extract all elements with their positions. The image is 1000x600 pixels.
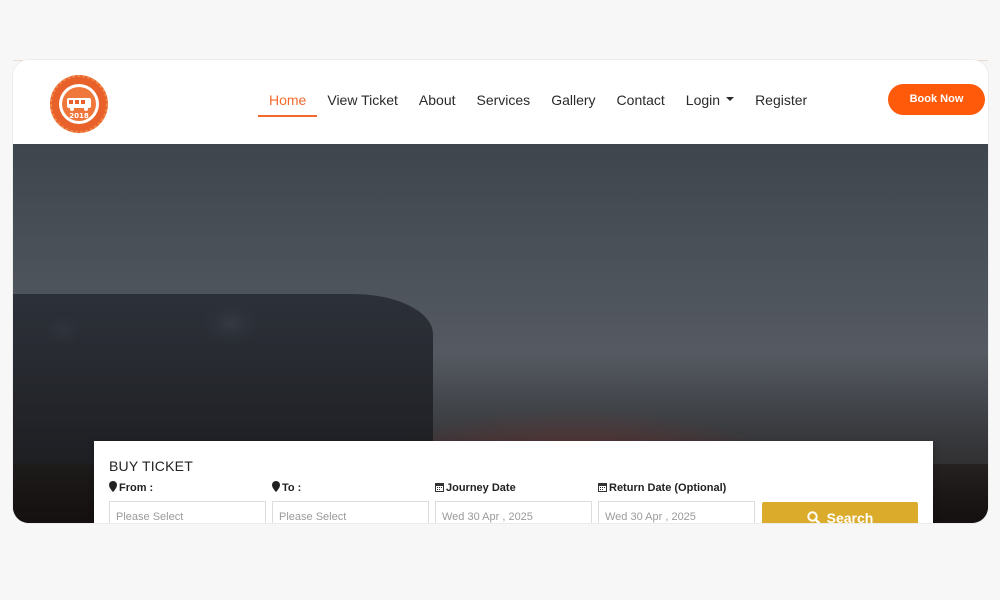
journey-date-field: Journey Date Wed 30 Apr , 2025 xyxy=(435,481,592,523)
journey-date-input[interactable]: Wed 30 Apr , 2025 xyxy=(435,501,592,523)
book-now-button[interactable]: Book Now xyxy=(888,84,985,115)
nav-contact[interactable]: Contact xyxy=(617,60,665,144)
brand-logo[interactable]: 2018 xyxy=(49,74,109,134)
site-header: 2018 Home View Ticket About Services Gal… xyxy=(13,60,988,144)
from-label: From : xyxy=(109,481,266,495)
from-field: From : Please Select xyxy=(109,481,266,523)
to-field: To : Please Select xyxy=(272,481,429,523)
journey-date-label-text: Journey Date xyxy=(446,482,516,494)
calendar-icon xyxy=(598,483,607,492)
return-date-field: Return Date (Optional) Wed 30 Apr , 2025 xyxy=(598,481,755,523)
nav-gallery[interactable]: Gallery xyxy=(551,60,595,144)
nav-about[interactable]: About xyxy=(419,60,456,144)
booking-title: BUY TICKET xyxy=(109,458,193,474)
nav-register[interactable]: Register xyxy=(755,60,807,144)
from-select[interactable]: Please Select xyxy=(109,501,266,523)
search-button[interactable]: Search xyxy=(762,502,918,523)
to-select[interactable]: Please Select xyxy=(272,501,429,523)
return-date-label-text: Return Date (Optional) xyxy=(609,482,727,494)
nav-services[interactable]: Services xyxy=(477,60,531,144)
search-icon xyxy=(806,511,821,523)
nav-view-ticket[interactable]: View Ticket xyxy=(327,60,398,144)
booking-card: BUY TICKET From : Please Select To : Ple… xyxy=(94,441,933,523)
hero-banner: BUY TICKET From : Please Select To : Ple… xyxy=(13,144,988,523)
main-nav: Home View Ticket About Services Gallery … xyxy=(257,60,828,144)
svg-text:2018: 2018 xyxy=(69,112,89,120)
journey-date-label: Journey Date xyxy=(435,481,592,495)
nav-login-label: Login xyxy=(685,92,721,108)
browser-frame: 2018 Home View Ticket About Services Gal… xyxy=(13,60,988,523)
search-button-label: Search xyxy=(826,510,874,523)
calendar-icon xyxy=(435,483,444,492)
from-label-text: From : xyxy=(119,482,154,494)
map-marker-icon xyxy=(109,481,117,492)
return-date-label: Return Date (Optional) xyxy=(598,481,755,495)
caret-down-icon xyxy=(726,97,735,102)
nav-login[interactable]: Login xyxy=(685,60,735,144)
nav-home[interactable]: Home xyxy=(257,60,318,144)
return-date-input[interactable]: Wed 30 Apr , 2025 xyxy=(598,501,755,523)
map-marker-icon xyxy=(272,481,280,492)
to-label: To : xyxy=(272,481,429,495)
to-label-text: To : xyxy=(282,482,302,494)
